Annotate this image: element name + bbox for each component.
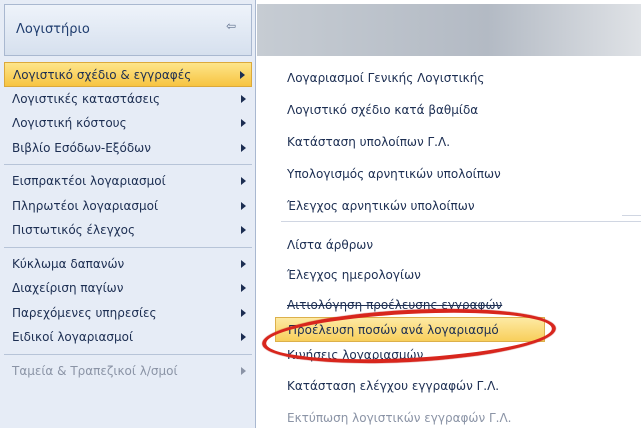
sidebar-item-label: Διαχείριση παγίων <box>12 281 124 295</box>
sidebar: Λογιστήριο ⇦ Λογιστικό σχέδιο & εγγραφές… <box>0 0 256 428</box>
chevron-right-icon <box>238 359 246 383</box>
submenu-item-account-movements[interactable]: Κινήσεις λογαριασμών <box>275 343 423 368</box>
submenu-item-label: Κατάσταση ελέγχου εγγραφών Γ.Λ. <box>287 379 500 393</box>
divider <box>4 246 252 248</box>
chevron-right-icon <box>238 136 246 160</box>
submenu-item-plan-by-level[interactable]: Λογιστικό σχέδιο κατά βαθμίδα <box>275 98 478 123</box>
sidebar-item-label: Κύκλωμα δαπανών <box>12 256 125 271</box>
submenu-item-calc-negative-balances[interactable]: Υπολογισμός αρνητικών υπολοίπων <box>275 162 501 187</box>
submenu-item-article-list[interactable]: Λίστα άρθρων <box>275 233 373 258</box>
submenu-item-label: Αιτιολόγηση προέλευσης εγγραφών <box>287 298 503 312</box>
sidebar-item-label: Λογιστικές καταστάσεις <box>12 91 161 106</box>
sidebar-item-special-accounts[interactable]: Ειδικοί λογαριασμοί <box>4 325 252 350</box>
sidebar-item-label: Παρεχόμενες υπηρεσίες <box>12 305 157 320</box>
sidebar-header: Λογιστήριο ⇦ <box>4 4 252 56</box>
chevron-right-icon <box>238 87 246 111</box>
chevron-right-icon <box>238 276 246 300</box>
sidebar-item-label: Ειδικοί λογαριασμοί <box>12 330 134 344</box>
chevron-right-icon <box>238 252 246 276</box>
submenu-item-check-negative-balances[interactable]: Έλεγχος αρνητικών υπολοίπων <box>275 194 475 219</box>
submenu-item-label: Εκτύπωση λογιστικών εγγραφών Γ.Λ. <box>287 411 512 425</box>
submenu-item-label: Έλεγχος αρνητικών υπολοίπων <box>287 199 475 213</box>
submenu-item-label: Έλεγχος ημερολογίων <box>287 268 421 282</box>
submenu-item-label: Κινήσεις λογαριασμών <box>287 348 424 362</box>
chevron-right-icon <box>238 301 246 325</box>
submenu-item-gl-accounts[interactable]: Λογαριασμοί Γενικής Λογιστικής <box>275 66 484 91</box>
sidebar-item-payables[interactable]: Πληρωτέοι λογαριασμοί <box>4 194 252 219</box>
submenu-item-amount-origin-by-account[interactable]: Προέλευση ποσών ανά λογαριασμό <box>275 317 545 342</box>
sidebar-menu: Λογιστικό σχέδιο & εγγραφές Λογιστικές κ… <box>4 62 252 383</box>
submenu-item-label: Υπολογισμός αρνητικών υπολοίπων <box>287 167 501 181</box>
submenu-item-label: Λογιστικό σχέδιο κατά βαθμίδα <box>287 103 479 117</box>
sidebar-item-label: Πληρωτέοι λογαριασμοί <box>12 198 159 213</box>
submenu-item-label: Λίστα άρθρων <box>287 238 374 252</box>
sidebar-item-label: Πιστωτικός έλεγχος <box>12 223 136 237</box>
divider <box>281 221 641 222</box>
submenu-item-label: Λογαριασμοί Γενικής Λογιστικής <box>287 71 485 85</box>
chevron-right-icon <box>238 169 246 193</box>
submenu-item-label: Προέλευση ποσών ανά λογαριασμό <box>288 323 499 337</box>
sidebar-title: Λογιστήριο <box>16 22 90 37</box>
sidebar-item-accounting-reports[interactable]: Λογιστικές καταστάσεις <box>4 87 252 112</box>
pin-icon[interactable]: ⇦ <box>223 18 239 34</box>
divider <box>4 164 252 165</box>
chevron-right-icon <box>238 325 246 349</box>
sidebar-item-cash-banks[interactable]: Ταμεία & Τραπεζικοί λ/σμοί <box>4 359 252 384</box>
sidebar-item-fixed-assets[interactable]: Διαχείριση παγίων <box>4 276 252 301</box>
submenu-item-print-gl-entries[interactable]: Εκτύπωση λογιστικών εγγραφών Γ.Λ. <box>275 406 511 428</box>
submenu-panel: Λογαριασμοί Γενικής Λογιστικής Λογιστικό… <box>257 56 641 428</box>
submenu-item-gl-entry-check-report[interactable]: Κατάσταση ελέγχου εγγραφών Γ.Λ. <box>275 374 499 399</box>
divider <box>4 353 252 355</box>
content-header-bar <box>257 4 641 56</box>
sidebar-item-accounting-plan[interactable]: Λογιστικό σχέδιο & εγγραφές <box>4 62 252 87</box>
sidebar-item-label: Εισπρακτέοι λογαριασμοί <box>12 174 166 188</box>
sidebar-item-services[interactable]: Παρεχόμενες υπηρεσίες <box>4 301 252 326</box>
sidebar-item-label: Λογιστική κόστους <box>12 116 127 130</box>
sidebar-item-receivables[interactable]: Εισπρακτέοι λογαριασμοί <box>4 169 252 194</box>
app-window: Λογιστήριο ⇦ Λογιστικό σχέδιο & εγγραφές… <box>0 0 641 428</box>
chevron-right-icon <box>237 63 245 87</box>
sidebar-item-cost-accounting[interactable]: Λογιστική κόστους <box>4 111 252 136</box>
sidebar-item-label: Βιβλίο Εσόδων-Εξόδων <box>12 140 151 155</box>
sidebar-item-credit-control[interactable]: Πιστωτικός έλεγχος <box>4 218 252 243</box>
sidebar-item-expense-cycle[interactable]: Κύκλωμα δαπανών <box>4 252 252 277</box>
sidebar-item-label: Ταμεία & Τραπεζικοί λ/σμοί <box>12 363 178 378</box>
chevron-right-icon <box>238 111 246 135</box>
sidebar-item-label: Λογιστικό σχέδιο & εγγραφές <box>13 68 192 82</box>
submenu-item-label: Κατάσταση υπολοίπων Γ.Λ. <box>287 135 451 149</box>
chevron-right-icon <box>238 218 246 242</box>
submenu-item-gl-balances[interactable]: Κατάσταση υπολοίπων Γ.Λ. <box>275 130 450 155</box>
chevron-right-icon <box>238 194 246 218</box>
submenu-item-journal-check[interactable]: Έλεγχος ημερολογίων <box>275 263 421 288</box>
submenu-item-entry-origin-justification[interactable]: Αιτιολόγηση προέλευσης εγγραφών <box>275 293 502 318</box>
sidebar-item-income-expense-book[interactable]: Βιβλίο Εσόδων-Εξόδων <box>4 136 252 161</box>
divider <box>622 215 641 216</box>
